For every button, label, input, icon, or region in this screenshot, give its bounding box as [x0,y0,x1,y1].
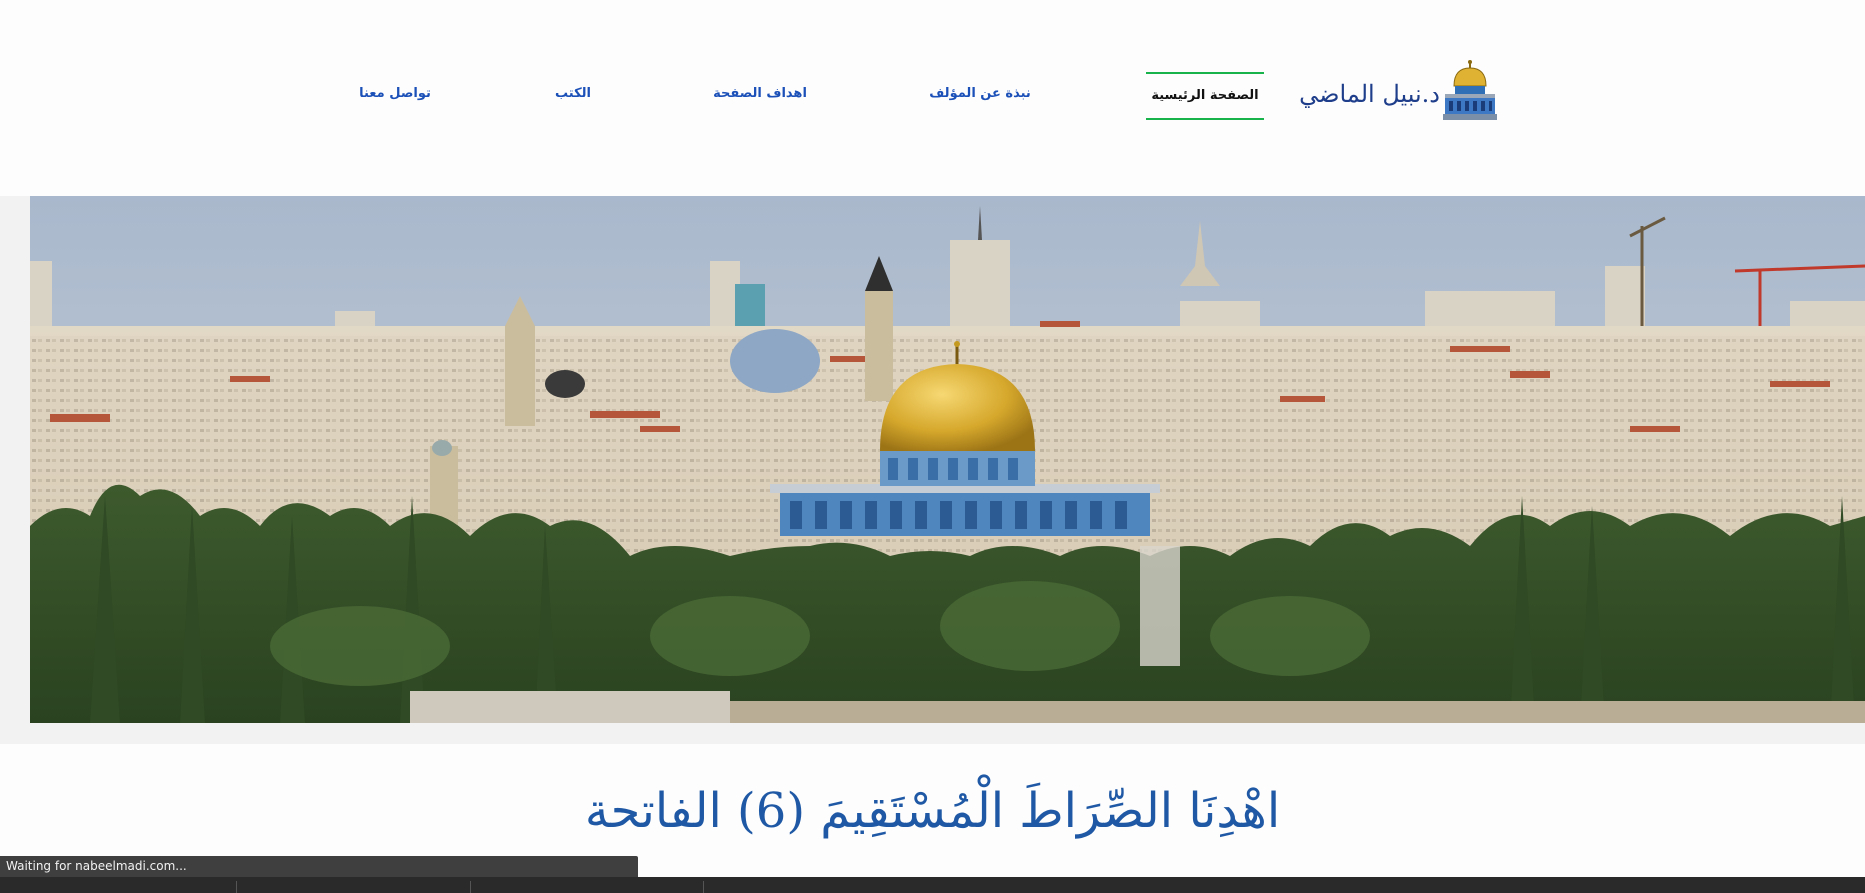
taskbar-separator [470,881,471,893]
taskbar [0,877,1865,893]
taskbar-separator [703,881,704,893]
nav-books[interactable]: الكتب [543,72,603,116]
jerusalem-panorama-image [30,196,1865,723]
nav-home[interactable]: الصفحة الرئيسية [1146,72,1264,120]
nav-contact[interactable]: تواصل معنا [345,72,445,116]
nav-about-author[interactable]: نبذة عن المؤلف [925,72,1035,116]
hero-section [0,196,1865,744]
dome-of-the-rock-icon [1439,58,1501,124]
site-logo[interactable]: د.نبيل الماضي [1299,58,1501,124]
quran-verse-heading: اهْدِنَا الصِّرَاطَ الْمُسْتَقِيمَ (6) ا… [584,783,1281,839]
browser-status-bar: Waiting for nabeelmadi.com... [0,856,638,877]
taskbar-separator [236,881,237,893]
site-header: د.نبيل الماضي الصفحة الرئيسية نبذة عن ال… [0,0,1865,196]
nav-page-goals[interactable]: اهداف الصفحة [705,72,815,116]
brand-name: د.نبيل الماضي [1299,80,1440,108]
